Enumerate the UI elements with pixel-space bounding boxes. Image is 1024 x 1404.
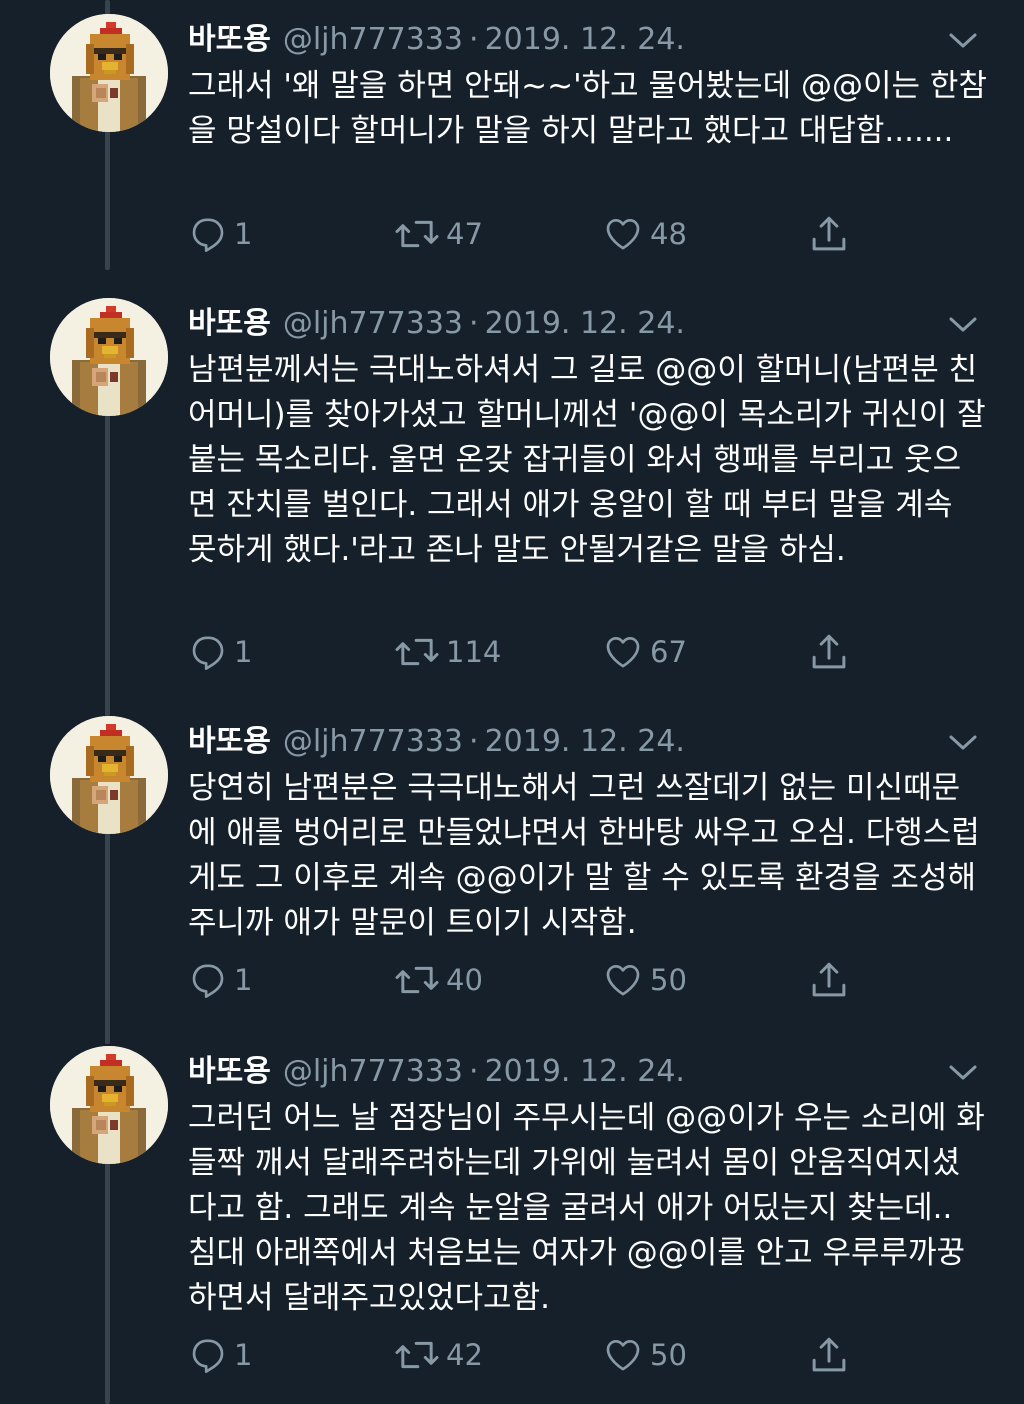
- heart-icon: [602, 1335, 644, 1375]
- like-button[interactable]: 50: [602, 957, 687, 1003]
- separator: ·: [469, 724, 479, 759]
- reply-icon: [188, 960, 228, 1000]
- tweet-text: 그래서 '왜 말을 하면 안돼~~'하고 물어봤는데 @@이는 한참을 망설이다…: [188, 68, 987, 149]
- like-count: 48: [650, 217, 687, 251]
- heart-icon: [602, 214, 644, 254]
- share-icon: [808, 631, 850, 673]
- chevron-down-icon[interactable]: [946, 30, 980, 52]
- reply-icon: [188, 214, 228, 254]
- reply-icon: [188, 1335, 228, 1375]
- reply-count: 1: [234, 1338, 253, 1372]
- retweet-button[interactable]: 40: [394, 957, 483, 1003]
- reply-button[interactable]: 1: [188, 1332, 252, 1378]
- chevron-down-icon[interactable]: [946, 732, 980, 754]
- tweet-text: 그러던 어느 날 점장님이 주무시는데 @@이가 우는 소리에 화들짝 깨서 달…: [188, 1100, 985, 1316]
- tweet-actions: 1 114 67: [188, 629, 888, 675]
- retweet-count: 114: [446, 635, 502, 669]
- heart-icon: [602, 960, 644, 1000]
- user-handle[interactable]: @ljh777333: [283, 1054, 463, 1089]
- retweet-count: 47: [446, 217, 483, 251]
- like-count: 67: [650, 635, 687, 669]
- reply-button[interactable]: 1: [188, 957, 252, 1003]
- heart-icon: [602, 632, 644, 672]
- avatar-icon[interactable]: [50, 14, 168, 132]
- like-count: 50: [650, 963, 687, 997]
- tweet[interactable]: 바또용 @ljh777333 · 2019. 12. 24. 당연히 남편분은 극극대…: [0, 716, 1024, 1022]
- tweet-text: 당연히 남편분은 극극대노해서 그런 쓰잘데기 없는 미신때문에 애를 벙어리로…: [188, 770, 980, 941]
- reply-count: 1: [234, 635, 253, 669]
- separator: ·: [469, 22, 479, 57]
- tweet-date[interactable]: 2019. 12. 24.: [485, 306, 685, 341]
- tweet-text: 남편분께서는 극대노하셔서 그 길로 @@이 할머니(남편분 친어머니)를 찾아…: [188, 352, 986, 568]
- share-icon: [808, 213, 850, 255]
- retweet-count: 42: [446, 1338, 483, 1372]
- tweet[interactable]: 바또용 @ljh777333 · 2019. 12. 24. 남편분께서는 극대노하셔…: [0, 298, 1024, 704]
- retweet-button[interactable]: 42: [394, 1332, 483, 1378]
- retweet-icon: [394, 214, 440, 254]
- tweet-header: 바또용 @ljh777333 · 2019. 12. 24.: [188, 304, 685, 344]
- like-count: 50: [650, 1338, 687, 1372]
- chevron-down-icon[interactable]: [946, 1062, 980, 1084]
- reply-button[interactable]: 1: [188, 211, 252, 257]
- retweet-count: 40: [446, 963, 483, 997]
- retweet-icon: [394, 632, 440, 672]
- share-icon: [808, 959, 850, 1001]
- tweet-header: 바또용 @ljh777333 · 2019. 12. 24.: [188, 1052, 685, 1092]
- tweet-date[interactable]: 2019. 12. 24.: [485, 22, 685, 57]
- tweet-actions: 1 40 50: [188, 957, 888, 1003]
- reply-icon: [188, 632, 228, 672]
- reply-count: 1: [234, 963, 253, 997]
- chevron-down-icon[interactable]: [946, 314, 980, 336]
- like-button[interactable]: 50: [602, 1332, 687, 1378]
- tweet-date[interactable]: 2019. 12. 24.: [485, 724, 685, 759]
- user-handle[interactable]: @ljh777333: [283, 22, 463, 57]
- user-handle[interactable]: @ljh777333: [283, 724, 463, 759]
- share-button[interactable]: [808, 957, 850, 1003]
- retweet-icon: [394, 1335, 440, 1375]
- avatar-icon[interactable]: [50, 298, 168, 416]
- retweet-button[interactable]: 114: [394, 629, 501, 675]
- tweet[interactable]: 바또용 @ljh777333 · 2019. 12. 24. 그래서 '왜 말을 하면…: [0, 14, 1024, 270]
- tweet-date[interactable]: 2019. 12. 24.: [485, 1054, 685, 1089]
- display-name[interactable]: 바또용: [188, 724, 271, 759]
- separator: ·: [469, 306, 479, 341]
- user-handle[interactable]: @ljh777333: [283, 306, 463, 341]
- tweet-header: 바또용 @ljh777333 · 2019. 12. 24.: [188, 722, 685, 762]
- avatar-icon[interactable]: [50, 1046, 168, 1164]
- tweet-actions: 1 47 48: [188, 211, 888, 257]
- display-name[interactable]: 바또용: [188, 1054, 271, 1089]
- share-button[interactable]: [808, 211, 850, 257]
- like-button[interactable]: 48: [602, 211, 687, 257]
- share-icon: [808, 1334, 850, 1376]
- display-name[interactable]: 바또용: [188, 306, 271, 341]
- like-button[interactable]: 67: [602, 629, 687, 675]
- share-button[interactable]: [808, 1332, 850, 1378]
- reply-count: 1: [234, 217, 253, 251]
- tweet-actions: 1 42 50: [188, 1332, 888, 1378]
- retweet-icon: [394, 960, 440, 1000]
- tweet-header: 바또용 @ljh777333 · 2019. 12. 24.: [188, 20, 685, 60]
- separator: ·: [469, 1054, 479, 1089]
- display-name[interactable]: 바또용: [188, 22, 271, 57]
- retweet-button[interactable]: 47: [394, 211, 483, 257]
- avatar-icon[interactable]: [50, 716, 168, 834]
- tweet[interactable]: 바또용 @ljh777333 · 2019. 12. 24. 그러던 어느 날 점장님…: [0, 1046, 1024, 1392]
- reply-button[interactable]: 1: [188, 629, 252, 675]
- share-button[interactable]: [808, 629, 850, 675]
